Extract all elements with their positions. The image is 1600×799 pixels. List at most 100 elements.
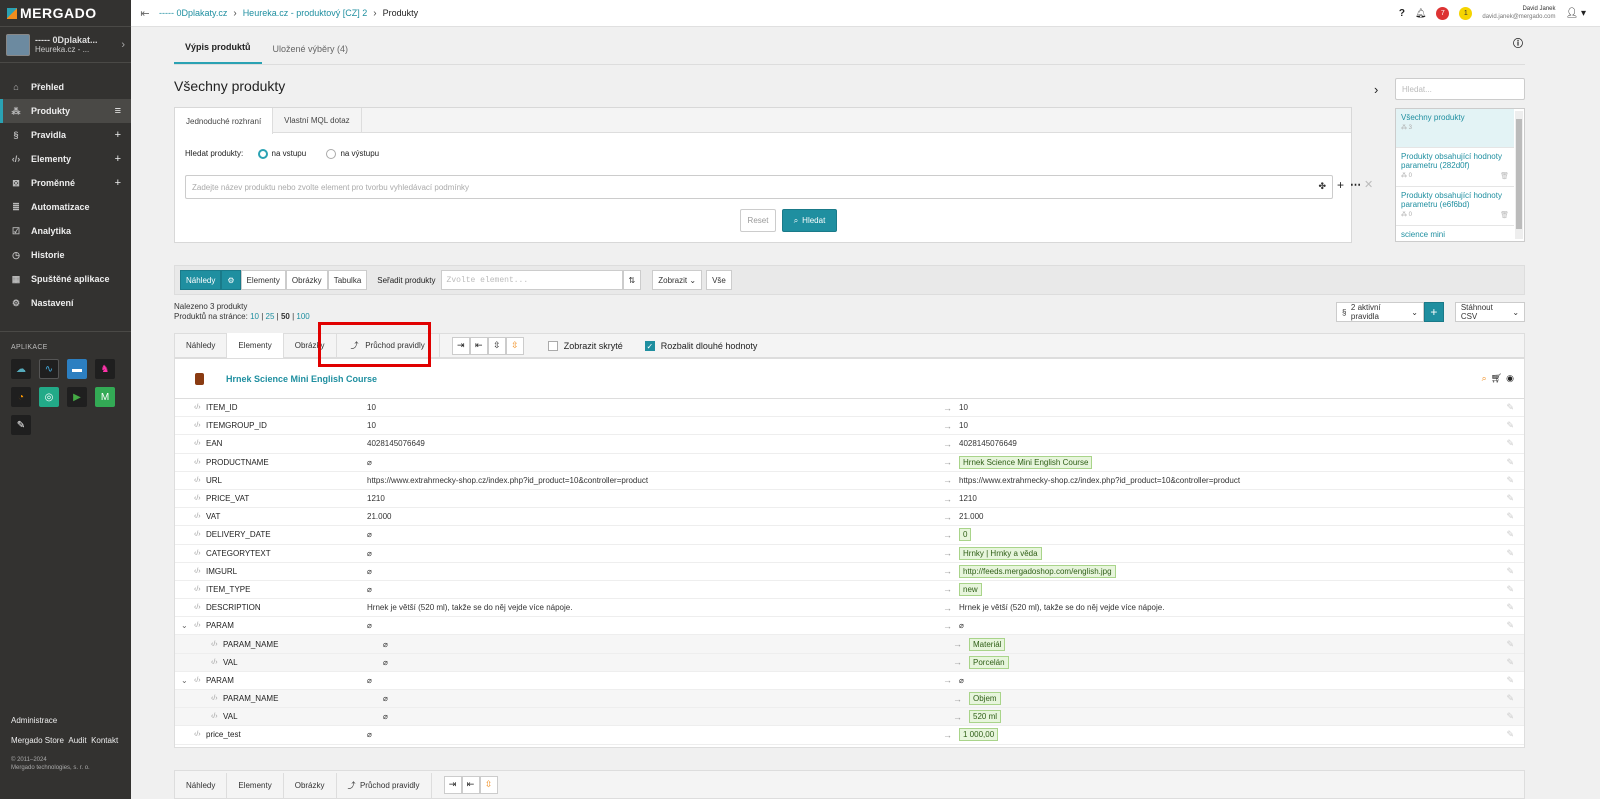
cart-icon[interactable]: 🛒︎ bbox=[1491, 373, 1502, 384]
expand-icon[interactable]: ≡ bbox=[115, 105, 121, 117]
split-icon[interactable]: ⇳ bbox=[487, 336, 506, 355]
sidebar-item-historie[interactable]: ◷ Historie bbox=[0, 243, 131, 267]
pencil-icon[interactable]: ✎ bbox=[1506, 420, 1514, 431]
close-icon[interactable]: ✕ bbox=[1364, 178, 1373, 191]
element-name[interactable]: EAN bbox=[206, 439, 222, 448]
download-csv-dropdown[interactable]: Stáhnout CSV ⌄ bbox=[1454, 302, 1526, 322]
search-input[interactable]: Zadejte název produktu nebo zvolte eleme… bbox=[185, 175, 1333, 199]
pencil-icon[interactable]: ✎ bbox=[1506, 657, 1514, 668]
element-name[interactable]: ITEM_TYPE bbox=[206, 585, 250, 594]
element-name[interactable]: VAT bbox=[206, 512, 220, 521]
tab-rule-pass-bottom[interactable]: ⤴ Průchod pravidly bbox=[337, 773, 432, 798]
perpage-100[interactable]: 100 bbox=[296, 312, 309, 321]
pencil-icon[interactable]: ✎ bbox=[1506, 402, 1514, 413]
tab-elements-bottom[interactable]: Elementy bbox=[227, 773, 284, 798]
gear-icon[interactable]: ⚙ bbox=[221, 270, 241, 290]
split-orange-icon[interactable]: ⇳ bbox=[505, 336, 524, 355]
expand-long-checkbox[interactable]: ✓ bbox=[644, 340, 655, 351]
saved-selection-item[interactable]: science mini⁂ 1🗑︎ bbox=[1396, 226, 1514, 241]
app-brush-icon[interactable]: ✎ bbox=[11, 415, 31, 435]
tab-images-bottom[interactable]: Obrázky bbox=[284, 773, 337, 798]
pencil-icon[interactable]: ✎ bbox=[1506, 548, 1514, 559]
element-name[interactable]: DELIVERY_DATE bbox=[206, 530, 271, 539]
element-name[interactable]: CATEGORYTEXT bbox=[206, 549, 271, 558]
show-all-button[interactable]: Vše bbox=[706, 270, 732, 290]
output-value[interactable]: https://www.extrahrnecky-shop.cz/index.p… bbox=[959, 476, 1240, 485]
bell-icon[interactable]: 🔔︎ bbox=[1415, 8, 1426, 19]
trash-icon[interactable]: 🗑︎ bbox=[1500, 211, 1509, 220]
element-name[interactable]: DESCRIPTION bbox=[206, 603, 261, 612]
perpage-10[interactable]: 10 bbox=[250, 312, 259, 321]
tab-product-list[interactable]: Výpis produktů bbox=[174, 42, 262, 64]
pencil-icon[interactable]: ✎ bbox=[1506, 457, 1514, 468]
warning-count-badge[interactable]: 1 bbox=[1459, 6, 1473, 20]
pencil-icon[interactable]: ✎ bbox=[1506, 639, 1514, 650]
pencil-icon[interactable]: ✎ bbox=[1506, 693, 1514, 704]
show-dropdown[interactable]: Zobrazit ⌄ bbox=[652, 270, 703, 290]
pencil-icon[interactable]: ✎ bbox=[1506, 529, 1514, 540]
sidebar-item-produkty[interactable]: ⁂ Produkty ≡ bbox=[0, 99, 131, 123]
element-name[interactable]: PARAM bbox=[206, 676, 234, 685]
element-name[interactable]: PARAM_NAME bbox=[223, 640, 278, 649]
pencil-icon[interactable]: ✎ bbox=[1506, 620, 1514, 631]
app-gauge-icon[interactable]: ◔ bbox=[11, 387, 31, 407]
tab-mql-query[interactable]: Vlastní MQL dotaz bbox=[273, 108, 362, 132]
perpage-50[interactable]: 50 bbox=[281, 312, 290, 321]
app-bar-icon[interactable]: ▬ bbox=[67, 359, 87, 379]
eye-icon[interactable]: ◉ bbox=[1506, 373, 1514, 384]
sidebar-item-elementy[interactable]: ‹/› Elementy + bbox=[0, 147, 131, 171]
pencil-icon[interactable]: ✎ bbox=[1506, 511, 1514, 522]
expand-icon[interactable]: + bbox=[115, 153, 121, 165]
list-scrollbar[interactable] bbox=[1515, 111, 1523, 239]
sort-direction-icon[interactable]: ⇅ bbox=[622, 270, 642, 290]
view-elements-button[interactable]: Elementy bbox=[240, 270, 286, 290]
add-condition-icon[interactable]: + bbox=[1337, 178, 1344, 192]
split-orange-icon[interactable]: ⇳ bbox=[479, 775, 498, 794]
pencil-icon[interactable]: ✎ bbox=[1506, 493, 1514, 504]
expand-icon[interactable]: + bbox=[115, 177, 121, 189]
search-orange-icon[interactable]: ⌕ bbox=[1482, 373, 1487, 384]
app-wave-icon[interactable]: ∿ bbox=[39, 359, 59, 379]
add-rule-button[interactable]: + bbox=[1424, 302, 1444, 322]
element-name[interactable]: VAL bbox=[223, 712, 238, 721]
sidebar-item-přehled[interactable]: ⌂ Přehled bbox=[0, 75, 131, 99]
element-name[interactable]: price_test bbox=[206, 730, 241, 739]
store-link[interactable]: Mergado Store bbox=[11, 736, 64, 745]
perpage-25[interactable]: 25 bbox=[266, 312, 275, 321]
pencil-icon[interactable]: ✎ bbox=[1506, 602, 1514, 613]
sidebar-item-pravidla[interactable]: § Pravidla + bbox=[0, 123, 131, 147]
collapse-menu-icon[interactable]: ⇤ bbox=[131, 7, 159, 20]
show-hidden-toggle[interactable]: Zobrazit skryté bbox=[547, 340, 623, 351]
element-name[interactable]: PARAM_NAME bbox=[223, 694, 278, 703]
view-table-button[interactable]: Tabulka bbox=[327, 270, 368, 290]
contact-link[interactable]: Kontakt bbox=[91, 736, 118, 745]
logo[interactable]: MERGADO bbox=[0, 0, 131, 27]
sidebar-item-analytika[interactable]: ☑ Analytika bbox=[0, 219, 131, 243]
saved-selection-item[interactable]: Produkty obsahující hodnoty parametru (2… bbox=[1396, 148, 1514, 187]
tab-saved-selections[interactable]: Uložené výběry (4) bbox=[262, 44, 360, 64]
element-name[interactable]: IMGURL bbox=[206, 567, 237, 576]
app-circle-icon[interactable]: ◎ bbox=[39, 387, 59, 407]
pencil-icon[interactable]: ✎ bbox=[1506, 566, 1514, 577]
audit-link[interactable]: Audit bbox=[68, 736, 86, 745]
tab-simple-interface[interactable]: Jednoduché rozhraní bbox=[175, 108, 274, 134]
app-dog-icon[interactable]: ♞ bbox=[95, 359, 115, 379]
chevron-down-icon[interactable]: ⌄ bbox=[181, 621, 188, 630]
sort-element-select[interactable]: Zvolte element... bbox=[440, 270, 623, 290]
admin-link[interactable]: Administrace bbox=[11, 716, 118, 725]
pencil-icon[interactable]: ✎ bbox=[1506, 675, 1514, 686]
breadcrumb-feed[interactable]: Heureka.cz - produktový [CZ] 2 bbox=[243, 8, 368, 18]
view-images-button[interactable]: Obrázky bbox=[285, 270, 328, 290]
expand-long-toggle[interactable]: ✓ Rozbalit dlouhé hodnoty bbox=[644, 340, 757, 351]
pencil-icon[interactable]: ✎ bbox=[1506, 438, 1514, 449]
radio-output[interactable] bbox=[326, 149, 337, 159]
sidebar-item-nastavení[interactable]: ⚙ Nastavení bbox=[0, 291, 131, 315]
view-previews-button[interactable]: Náhledy bbox=[180, 270, 222, 290]
pencil-icon[interactable]: ✎ bbox=[1506, 729, 1514, 740]
pencil-icon[interactable]: ✎ bbox=[1506, 711, 1514, 722]
element-name[interactable]: ITEM_ID bbox=[206, 403, 238, 412]
search-button[interactable]: ⌕ Hledat bbox=[782, 209, 837, 232]
breadcrumb-project[interactable]: ----- 0Dplakaty.cz bbox=[159, 8, 227, 18]
active-rules-dropdown[interactable]: § 2 aktivní pravidla ⌄ bbox=[1336, 302, 1424, 322]
expand-icon[interactable]: + bbox=[115, 129, 121, 141]
